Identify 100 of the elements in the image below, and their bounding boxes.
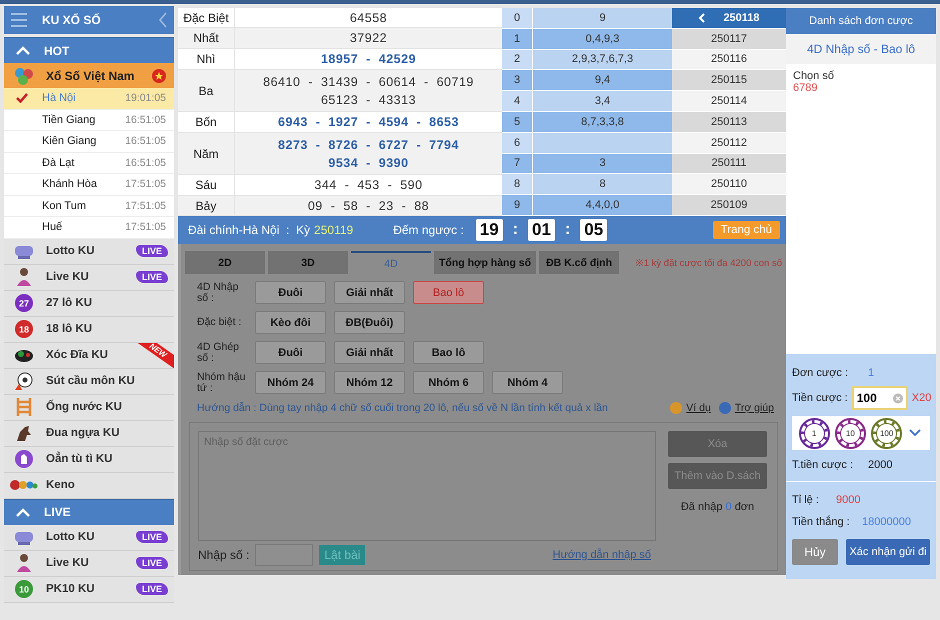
bet-list-title: Danh sách đơn cược bbox=[786, 8, 936, 34]
tail-digits: 8,7,3,3,8 bbox=[533, 112, 672, 133]
period-item[interactable]: 250113 bbox=[672, 112, 786, 133]
game-name: Live KU bbox=[46, 271, 89, 283]
province-name: Hà Nội bbox=[42, 92, 77, 104]
bet-option-button[interactable]: Nhóm 6 bbox=[413, 371, 484, 394]
bet-option-button[interactable]: Đuôi bbox=[255, 281, 326, 304]
period-item[interactable]: 250112 bbox=[672, 132, 786, 154]
bet-tab[interactable]: Tổng hợp hàng số bbox=[434, 251, 536, 274]
bet-tab[interactable]: 3D bbox=[268, 251, 348, 274]
game-item[interactable]: Đua ngựa KU bbox=[4, 420, 174, 446]
star-flag-icon bbox=[152, 68, 166, 82]
chip[interactable]: 10 bbox=[836, 420, 864, 446]
province-name: Kiên Giang bbox=[42, 135, 98, 148]
period-item[interactable]: 250115 bbox=[672, 70, 786, 92]
game-item[interactable]: Lotto KU LIVE bbox=[4, 238, 174, 264]
game-item[interactable]: Oẳn tù tì KU bbox=[4, 446, 174, 472]
ball-icon: 10 bbox=[13, 579, 35, 599]
tail-digits: 0,4,9,3 bbox=[533, 28, 672, 50]
bet-option-button[interactable]: Giải nhất bbox=[334, 281, 405, 304]
help-icon bbox=[718, 402, 731, 414]
prize-label: Bảy bbox=[178, 196, 234, 216]
total-label: T.tiền cược : bbox=[792, 459, 854, 471]
game-item[interactable]: 18 18 lô KU bbox=[4, 316, 174, 342]
province-item[interactable]: Kon Tum 17:51:05 bbox=[4, 196, 174, 217]
bet-option-button[interactable]: Nhóm 12 bbox=[334, 371, 405, 394]
bet-option-button[interactable]: Nhóm 4 bbox=[492, 371, 563, 394]
game-item[interactable]: Xóc Đĩa KU NEW bbox=[4, 342, 174, 368]
prize-numbers: 64558 bbox=[350, 10, 388, 26]
period-item[interactable]: 250116 bbox=[672, 50, 786, 70]
province-name: Đà Lạt bbox=[42, 156, 76, 169]
draw-time: 17:51:05 bbox=[125, 178, 166, 190]
province-item[interactable]: Huế 17:51:05 bbox=[4, 217, 174, 238]
back-icon[interactable] bbox=[158, 12, 168, 28]
period-item[interactable]: 250109 bbox=[672, 195, 786, 216]
game-name: Đua ngựa KU bbox=[46, 427, 120, 439]
game-item[interactable]: 10 PK10 KU LIVE bbox=[4, 576, 174, 602]
orders-label: Đơn cược : bbox=[792, 367, 850, 379]
bet-option-button[interactable]: Giải nhất bbox=[334, 341, 405, 364]
help-link[interactable]: Trợ giúp bbox=[734, 402, 774, 414]
province-item[interactable]: Đà Lạt 16:51:05 bbox=[4, 152, 174, 174]
prize-label: Nhì bbox=[178, 49, 234, 70]
prize-numbers: 8273 - 8726 - 6727 - 7794 bbox=[278, 136, 459, 154]
prize-label: Đặc Biệt bbox=[178, 8, 234, 28]
game-name: Sút cầu môn KU bbox=[46, 375, 135, 387]
live-badge: LIVE bbox=[136, 531, 168, 543]
game-item[interactable]: Ống nước KU bbox=[4, 394, 174, 420]
head-digit: 2 bbox=[502, 50, 533, 70]
stake-field[interactable]: 100 bbox=[856, 391, 893, 405]
section-header[interactable]: LIVE bbox=[4, 498, 174, 524]
confirm-button[interactable]: Xác nhận gửi đi bbox=[846, 539, 930, 565]
prize-numbers: 344 - 453 - 590 bbox=[314, 177, 423, 194]
lottery-balls-icon bbox=[14, 66, 34, 84]
category-row[interactable]: Xổ Số Việt Nam bbox=[4, 63, 174, 88]
period-item[interactable]: 250118 bbox=[672, 8, 786, 29]
entered-count: Đã nhập 0 đơn bbox=[680, 501, 756, 513]
stake-field-box[interactable]: 100 bbox=[852, 386, 908, 410]
chip[interactable]: 100 bbox=[873, 420, 900, 446]
game-item[interactable]: Sút cầu môn KU bbox=[4, 368, 174, 394]
head-digit: 7 bbox=[502, 154, 533, 174]
game-item[interactable]: Lotto KU LIVE bbox=[4, 524, 174, 550]
bet-option-button[interactable]: Bao lô bbox=[413, 341, 484, 364]
bet-option-button[interactable]: Đuôi bbox=[255, 341, 326, 364]
section-header[interactable]: HOT bbox=[4, 37, 174, 63]
province-item[interactable]: Khánh Hòa 17:51:05 bbox=[4, 174, 174, 196]
help-link[interactable]: Ví dụ bbox=[686, 402, 711, 414]
game-name: 27 lô KU bbox=[46, 297, 92, 309]
bet-option-button[interactable]: ĐB(Đuôi) bbox=[334, 311, 405, 334]
chevron-down-icon[interactable] bbox=[909, 429, 922, 437]
game-name: Xóc Đĩa KU bbox=[46, 349, 108, 361]
bet-type-label: Đặc biệt : bbox=[197, 317, 242, 328]
period-item[interactable]: 250117 bbox=[672, 28, 786, 50]
province-item[interactable]: Tiền Giang 16:51:05 bbox=[4, 110, 174, 131]
bet-type-title: 4D Nhập số - Bao lô bbox=[786, 34, 936, 64]
bet-tab[interactable]: ĐB K.cố định bbox=[539, 251, 620, 274]
game-item[interactable]: Keno bbox=[4, 472, 174, 498]
live-badge: LIVE bbox=[136, 271, 168, 283]
bet-tab[interactable]: 2D bbox=[185, 251, 265, 274]
section-label: LIVE bbox=[44, 505, 71, 519]
head-digit: 3 bbox=[502, 70, 533, 92]
bet-option-button[interactable]: Kèo đôi bbox=[255, 311, 326, 334]
game-name: 18 lô KU bbox=[46, 323, 92, 335]
period-item[interactable]: 250114 bbox=[672, 91, 786, 112]
prize-label: Ba bbox=[178, 70, 234, 112]
tail-digits: 4,4,0,0 bbox=[533, 195, 672, 216]
game-item[interactable]: Live KU LIVE bbox=[4, 264, 174, 290]
period-item[interactable]: 250110 bbox=[672, 174, 786, 196]
tail-digits: 9,4 bbox=[533, 70, 672, 92]
odds-label: Tỉ lệ : bbox=[792, 494, 820, 506]
guide-text: Hướng dẫn : Dùng tay nhập 4 chữ số cuối trong 20 lô, nếu số về N lần tính kết quả x lần bbox=[197, 402, 609, 414]
period-item[interactable]: 250111 bbox=[672, 154, 786, 174]
total-value: 2000 bbox=[868, 459, 892, 471]
province-item[interactable]: Kiên Giang 16:51:05 bbox=[4, 131, 174, 152]
live-badge: LIVE bbox=[136, 245, 168, 257]
game-name: PK10 KU bbox=[46, 583, 95, 595]
prize-label: Sáu bbox=[178, 175, 234, 196]
bet-option-button[interactable]: Nhóm 24 bbox=[255, 371, 326, 394]
chip[interactable]: 1 bbox=[800, 420, 828, 446]
game-item[interactable]: Live KU LIVE bbox=[4, 550, 174, 576]
game-item[interactable]: 27 27 lô KU bbox=[4, 290, 174, 316]
